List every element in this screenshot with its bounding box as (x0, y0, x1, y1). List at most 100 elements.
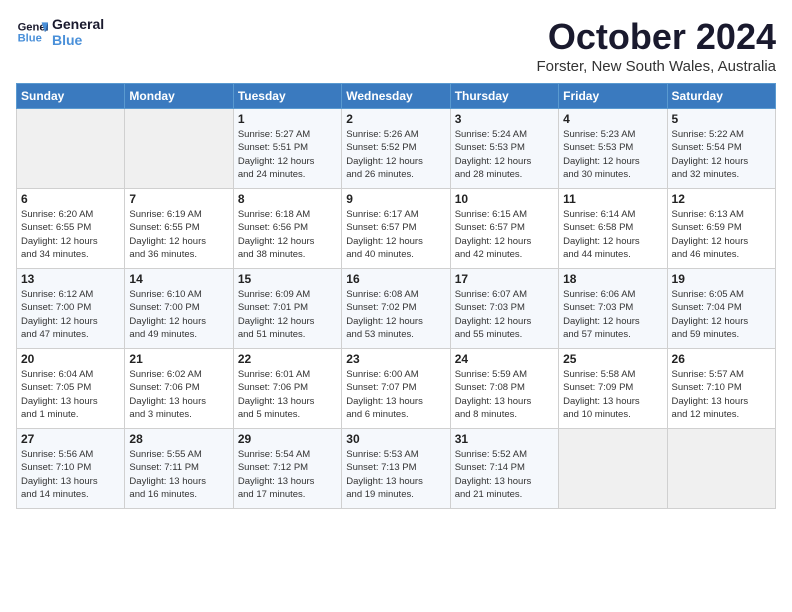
day-number: 11 (563, 192, 662, 206)
calendar-table: SundayMondayTuesdayWednesdayThursdayFrid… (16, 83, 776, 509)
day-cell: 23Sunrise: 6:00 AM Sunset: 7:07 PM Dayli… (342, 349, 450, 429)
day-detail: Sunrise: 6:00 AM Sunset: 7:07 PM Dayligh… (346, 368, 445, 421)
logo-line2: Blue (52, 32, 104, 48)
day-cell: 8 Sunrise: 6:18 AM Sunset: 6:56 PM Daylig… (233, 189, 341, 269)
page-header: General Blue General Blue October 2024 F… (16, 16, 776, 75)
day-number: 10 (455, 192, 554, 206)
day-cell: 13Sunrise: 6:12 AM Sunset: 7:00 PM Dayli… (17, 269, 125, 349)
week-row-3: 20Sunrise: 6:04 AM Sunset: 7:05 PM Dayli… (17, 349, 776, 429)
day-detail: Sunrise: 5:57 AM Sunset: 7:10 PM Dayligh… (672, 368, 771, 421)
week-row-2: 13Sunrise: 6:12 AM Sunset: 7:00 PM Dayli… (17, 269, 776, 349)
day-number: 28 (129, 432, 228, 446)
col-header-monday: Monday (125, 84, 233, 109)
day-number: 29 (238, 432, 337, 446)
day-detail: Sunrise: 5:54 AM Sunset: 7:12 PM Dayligh… (238, 448, 337, 501)
day-cell: 6 Sunrise: 6:20 AM Sunset: 6:55 PM Daylig… (17, 189, 125, 269)
day-cell: 3 Sunrise: 5:24 AM Sunset: 5:53 PM Daylig… (450, 109, 558, 189)
month-title: October 2024 (536, 16, 776, 58)
day-cell: 15 Sunrise: 6:09 AM Sunset: 7:01 PM Dayli… (233, 269, 341, 349)
day-cell: 12 Sunrise: 6:13 AM Sunset: 6:59 PM Dayli… (667, 189, 775, 269)
day-cell: 11 Sunrise: 6:14 AM Sunset: 6:58 PM Dayli… (559, 189, 667, 269)
day-number: 15 (238, 272, 337, 286)
day-cell: 4 Sunrise: 5:23 AM Sunset: 5:53 PM Daylig… (559, 109, 667, 189)
logo: General Blue General Blue (16, 16, 104, 48)
day-cell: 22 Sunrise: 6:01 AM Sunset: 7:06 PM Dayli… (233, 349, 341, 429)
col-header-thursday: Thursday (450, 84, 558, 109)
day-detail: Sunrise: 6:14 AM Sunset: 6:58 PM Dayligh… (563, 208, 662, 261)
day-detail: Sunrise: 6:18 AM Sunset: 6:56 PM Dayligh… (238, 208, 337, 261)
logo-icon: General Blue (16, 16, 48, 48)
week-row-4: 27 Sunrise: 5:56 AM Sunset: 7:10 PM Dayli… (17, 429, 776, 509)
day-cell: 17 Sunrise: 6:07 AM Sunset: 7:03 PM Dayli… (450, 269, 558, 349)
day-number: 8 (238, 192, 337, 206)
day-cell: 16 Sunrise: 6:08 AM Sunset: 7:02 PM Dayli… (342, 269, 450, 349)
week-row-0: 1Sunrise: 5:27 AM Sunset: 5:51 PM Daylig… (17, 109, 776, 189)
day-number: 24 (455, 352, 554, 366)
col-header-tuesday: Tuesday (233, 84, 341, 109)
day-detail: Sunrise: 5:26 AM Sunset: 5:52 PM Dayligh… (346, 128, 445, 181)
day-number: 12 (672, 192, 771, 206)
logo-line1: General (52, 16, 104, 32)
day-detail: Sunrise: 6:20 AM Sunset: 6:55 PM Dayligh… (21, 208, 120, 261)
day-detail: Sunrise: 6:09 AM Sunset: 7:01 PM Dayligh… (238, 288, 337, 341)
day-number: 22 (238, 352, 337, 366)
day-number: 6 (21, 192, 120, 206)
day-number: 18 (563, 272, 662, 286)
day-detail: Sunrise: 5:56 AM Sunset: 7:10 PM Dayligh… (21, 448, 120, 501)
day-number: 16 (346, 272, 445, 286)
day-cell (17, 109, 125, 189)
day-cell: 10 Sunrise: 6:15 AM Sunset: 6:57 PM Dayli… (450, 189, 558, 269)
day-cell: 28Sunrise: 5:55 AM Sunset: 7:11 PM Dayli… (125, 429, 233, 509)
day-number: 17 (455, 272, 554, 286)
day-cell: 29 Sunrise: 5:54 AM Sunset: 7:12 PM Dayli… (233, 429, 341, 509)
day-number: 14 (129, 272, 228, 286)
location-subtitle: Forster, New South Wales, Australia (536, 58, 776, 75)
svg-text:Blue: Blue (18, 33, 42, 45)
day-detail: Sunrise: 6:04 AM Sunset: 7:05 PM Dayligh… (21, 368, 120, 421)
day-number: 27 (21, 432, 120, 446)
day-number: 9 (346, 192, 445, 206)
day-detail: Sunrise: 5:58 AM Sunset: 7:09 PM Dayligh… (563, 368, 662, 421)
day-detail: Sunrise: 6:19 AM Sunset: 6:55 PM Dayligh… (129, 208, 228, 261)
day-number: 25 (563, 352, 662, 366)
day-number: 26 (672, 352, 771, 366)
day-cell (667, 429, 775, 509)
col-header-saturday: Saturday (667, 84, 775, 109)
day-cell: 18 Sunrise: 6:06 AM Sunset: 7:03 PM Dayli… (559, 269, 667, 349)
day-cell: 19Sunrise: 6:05 AM Sunset: 7:04 PM Dayli… (667, 269, 775, 349)
day-detail: Sunrise: 6:06 AM Sunset: 7:03 PM Dayligh… (563, 288, 662, 341)
day-detail: Sunrise: 5:22 AM Sunset: 5:54 PM Dayligh… (672, 128, 771, 181)
day-cell: 26 Sunrise: 5:57 AM Sunset: 7:10 PM Dayli… (667, 349, 775, 429)
day-number: 7 (129, 192, 228, 206)
col-header-sunday: Sunday (17, 84, 125, 109)
day-detail: Sunrise: 6:05 AM Sunset: 7:04 PM Dayligh… (672, 288, 771, 341)
day-detail: Sunrise: 6:01 AM Sunset: 7:06 PM Dayligh… (238, 368, 337, 421)
day-cell: 25 Sunrise: 5:58 AM Sunset: 7:09 PM Dayli… (559, 349, 667, 429)
day-cell: 20Sunrise: 6:04 AM Sunset: 7:05 PM Dayli… (17, 349, 125, 429)
day-number: 5 (672, 112, 771, 126)
day-detail: Sunrise: 6:13 AM Sunset: 6:59 PM Dayligh… (672, 208, 771, 261)
day-cell: 2Sunrise: 5:26 AM Sunset: 5:52 PM Daylig… (342, 109, 450, 189)
col-header-friday: Friday (559, 84, 667, 109)
day-number: 4 (563, 112, 662, 126)
col-header-wednesday: Wednesday (342, 84, 450, 109)
day-cell: 7 Sunrise: 6:19 AM Sunset: 6:55 PM Daylig… (125, 189, 233, 269)
day-detail: Sunrise: 6:08 AM Sunset: 7:02 PM Dayligh… (346, 288, 445, 341)
day-detail: Sunrise: 6:07 AM Sunset: 7:03 PM Dayligh… (455, 288, 554, 341)
header-row: SundayMondayTuesdayWednesdayThursdayFrid… (17, 84, 776, 109)
day-cell: 14Sunrise: 6:10 AM Sunset: 7:00 PM Dayli… (125, 269, 233, 349)
day-detail: Sunrise: 5:24 AM Sunset: 5:53 PM Dayligh… (455, 128, 554, 181)
day-detail: Sunrise: 6:17 AM Sunset: 6:57 PM Dayligh… (346, 208, 445, 261)
day-cell: 30Sunrise: 5:53 AM Sunset: 7:13 PM Dayli… (342, 429, 450, 509)
day-detail: Sunrise: 6:02 AM Sunset: 7:06 PM Dayligh… (129, 368, 228, 421)
day-cell: 1Sunrise: 5:27 AM Sunset: 5:51 PM Daylig… (233, 109, 341, 189)
day-number: 3 (455, 112, 554, 126)
day-detail: Sunrise: 5:59 AM Sunset: 7:08 PM Dayligh… (455, 368, 554, 421)
day-cell: 31Sunrise: 5:52 AM Sunset: 7:14 PM Dayli… (450, 429, 558, 509)
day-cell (125, 109, 233, 189)
day-detail: Sunrise: 6:15 AM Sunset: 6:57 PM Dayligh… (455, 208, 554, 261)
day-number: 13 (21, 272, 120, 286)
day-cell: 27 Sunrise: 5:56 AM Sunset: 7:10 PM Dayli… (17, 429, 125, 509)
day-detail: Sunrise: 5:23 AM Sunset: 5:53 PM Dayligh… (563, 128, 662, 181)
day-number: 31 (455, 432, 554, 446)
